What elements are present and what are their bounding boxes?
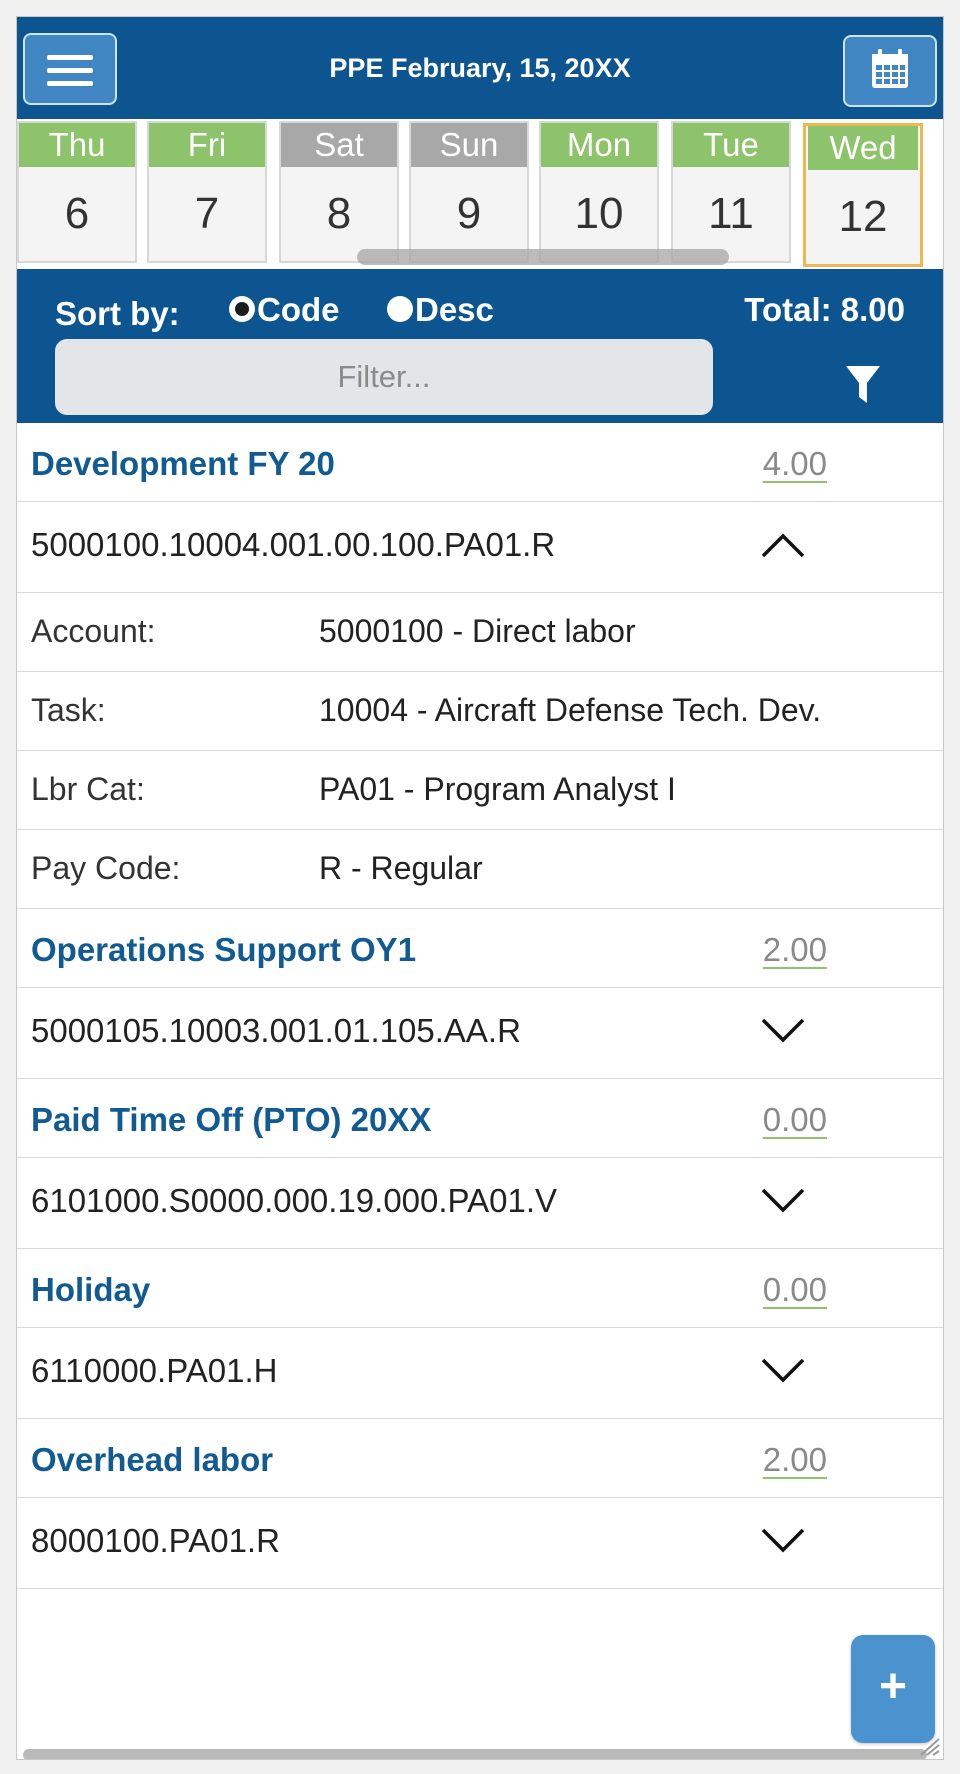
radio-checked-icon	[229, 296, 255, 322]
day-wed-selected[interactable]: Wed 12	[803, 123, 923, 267]
calendar-button[interactable]	[843, 35, 937, 107]
filter-input[interactable]	[55, 339, 713, 415]
day-name: Mon	[541, 123, 657, 167]
day-name: Sun	[411, 123, 527, 167]
timesheet-app: PPE February, 15, 20XX Thu 6 Fri 7 Sat 8…	[16, 16, 944, 1760]
add-entry-button[interactable]: +	[851, 1635, 935, 1743]
day-name: Tue	[673, 123, 789, 167]
page-title: PPE February, 15, 20XX	[329, 53, 631, 83]
group-title: Holiday	[31, 1271, 151, 1308]
detail-label: Lbr Cat:	[31, 771, 145, 807]
day-name: Wed	[808, 126, 918, 170]
day-number: 12	[838, 192, 888, 241]
chevron-down-icon[interactable]	[759, 1186, 807, 1216]
detail-label: Account:	[31, 613, 156, 649]
charge-code-row[interactable]: 6110000.PA01.H	[17, 1328, 943, 1419]
group-header[interactable]: Overhead labor 2.00	[17, 1419, 943, 1498]
horizontal-scrollbar[interactable]	[23, 1749, 927, 1759]
sort-option-code: Code	[257, 291, 340, 328]
day-number: 9	[456, 189, 482, 238]
group-hours-link[interactable]: 0.00	[763, 1271, 827, 1309]
charge-code-row[interactable]: 5000105.10003.001.01.105.AA.R	[17, 988, 943, 1079]
group-header[interactable]: Holiday 0.00	[17, 1249, 943, 1328]
day-selector: Thu 6 Fri 7 Sat 8 Sun 9 Mon 10 Tue 11 We…	[17, 119, 943, 288]
chevron-down-icon[interactable]	[759, 1356, 807, 1386]
menu-button[interactable]	[23, 33, 117, 105]
detail-label: Pay Code:	[31, 850, 181, 886]
sort-option-desc: Desc	[415, 291, 494, 328]
sort-desc-radio[interactable]: Desc	[387, 291, 494, 329]
chevron-up-icon[interactable]	[759, 530, 807, 560]
detail-row-labor-category: Lbr Cat: PA01 - Program Analyst I	[17, 751, 943, 830]
charge-code-row[interactable]: 5000100.10004.001.00.100.PA01.R	[17, 502, 943, 593]
day-number: 11	[708, 189, 754, 238]
detail-value: 5000100 - Direct labor	[319, 613, 636, 649]
group-hours-link[interactable]: 2.00	[763, 1441, 827, 1479]
detail-value: R - Regular	[319, 850, 483, 886]
resize-handle-icon[interactable]	[911, 1733, 941, 1757]
sort-filter-bar: Sort by: Code Desc Total: 8.00	[17, 269, 943, 423]
sort-label: Sort by:	[55, 295, 180, 332]
charge-code: 6110000.PA01.H	[31, 1352, 278, 1389]
sort-code-radio[interactable]: Code	[229, 291, 340, 329]
detail-row-task: Task: 10004 - Aircraft Defense Tech. Dev…	[17, 672, 943, 751]
day-mon[interactable]: Mon 10	[539, 121, 659, 263]
detail-row-account: Account: 5000100 - Direct labor	[17, 593, 943, 672]
group-hours-link[interactable]: 2.00	[763, 931, 827, 969]
day-tue[interactable]: Tue 11	[671, 121, 791, 263]
detail-row-pay-code: Pay Code: R - Regular	[17, 830, 943, 909]
group-title: Operations Support OY1	[31, 931, 417, 968]
day-number: 8	[326, 189, 352, 238]
day-thu[interactable]: Thu 6	[17, 121, 137, 263]
charge-code: 8000100.PA01.R	[31, 1522, 280, 1559]
day-name: Thu	[19, 123, 135, 167]
day-sun[interactable]: Sun 9	[409, 121, 529, 263]
calendar-icon	[872, 49, 908, 88]
group-hours-link[interactable]: 0.00	[763, 1101, 827, 1139]
charge-code-row[interactable]: 6101000.S0000.000.19.000.PA01.V	[17, 1158, 943, 1249]
total-hours: Total: 8.00	[744, 291, 905, 328]
group-hours-link[interactable]: 4.00	[763, 445, 827, 483]
group-title: Paid Time Off (PTO) 20XX	[31, 1101, 432, 1138]
chevron-down-icon[interactable]	[759, 1526, 807, 1556]
charge-code-row[interactable]: 8000100.PA01.R	[17, 1498, 943, 1589]
day-sat[interactable]: Sat 8	[279, 121, 399, 263]
charge-code: 5000105.10003.001.01.105.AA.R	[31, 1012, 521, 1049]
day-fri[interactable]: Fri 7	[147, 121, 267, 263]
detail-value: PA01 - Program Analyst I	[319, 771, 676, 807]
top-header: PPE February, 15, 20XX	[17, 17, 943, 119]
charge-code: 5000100.10004.001.00.100.PA01.R	[31, 526, 556, 563]
chevron-down-icon[interactable]	[759, 1016, 807, 1046]
plus-icon: +	[878, 1660, 908, 1713]
radio-unchecked-icon	[387, 296, 413, 322]
charge-code-list: Development FY 20 4.00 5000100.10004.001…	[17, 423, 943, 1589]
day-strip-scrollbar[interactable]	[357, 249, 729, 265]
charge-code: 6101000.S0000.000.19.000.PA01.V	[31, 1182, 558, 1219]
day-name: Fri	[149, 123, 265, 167]
day-number: 10	[574, 189, 624, 238]
day-name: Sat	[281, 123, 397, 167]
group-header[interactable]: Paid Time Off (PTO) 20XX 0.00	[17, 1079, 943, 1158]
day-number: 7	[194, 189, 220, 238]
detail-label: Task:	[31, 692, 106, 728]
detail-value: 10004 - Aircraft Defense Tech. Dev.	[319, 692, 822, 728]
group-title: Overhead labor	[31, 1441, 274, 1478]
group-header[interactable]: Development FY 20 4.00	[17, 423, 943, 502]
group-header[interactable]: Operations Support OY1 2.00	[17, 909, 943, 988]
filter-icon[interactable]	[845, 363, 881, 407]
group-title: Development FY 20	[31, 445, 335, 482]
day-number: 6	[64, 189, 90, 238]
